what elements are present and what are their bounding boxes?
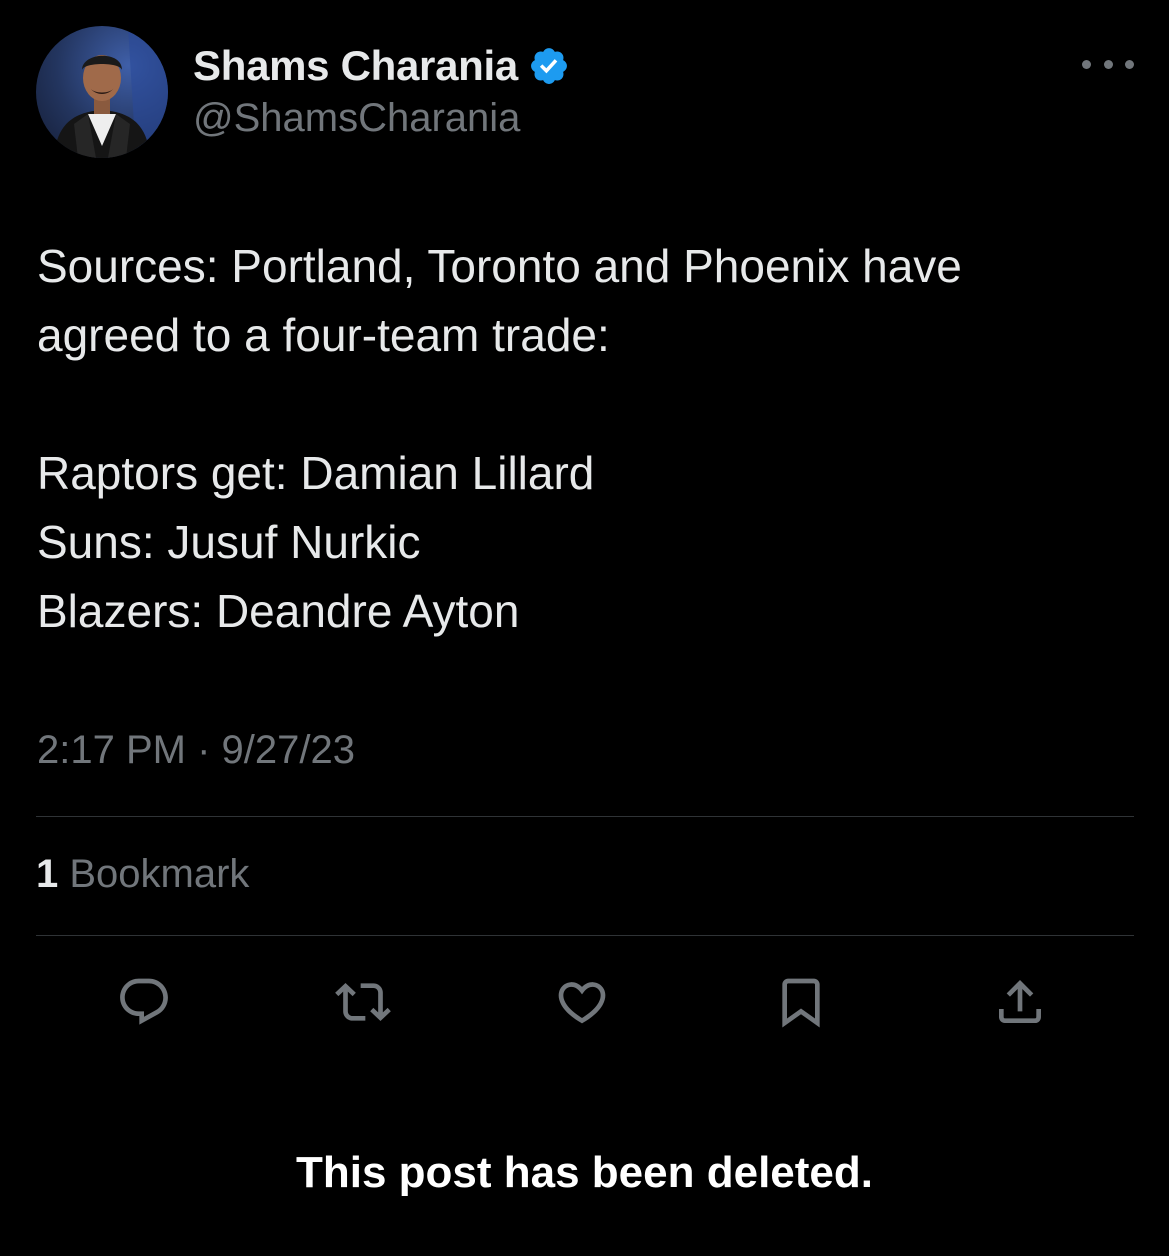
post-text-line: Sources: Portland, Toronto and Phoenix h… (37, 240, 962, 292)
avatar[interactable] (36, 26, 168, 158)
post-text-line: Blazers: Deandre Ayton (37, 585, 520, 637)
reply-icon (120, 978, 168, 1025)
heart-icon (558, 982, 606, 1024)
post-text-line: agreed to a four-team trade: (37, 309, 610, 361)
post-deleted-notice: This post has been deleted. (295, 1148, 873, 1197)
share-icon (999, 980, 1041, 1023)
post-text-line: Suns: Jusuf Nurkic (37, 516, 421, 568)
bookmark-label: Bookmark (69, 852, 250, 896)
bookmark-stat[interactable]: 1 Bookmark (36, 852, 249, 897)
author-display-name[interactable]: Shams Charania (193, 42, 518, 90)
like-button[interactable] (552, 972, 612, 1032)
post-timestamp[interactable]: 2:17 PM · 9/27/23 (37, 728, 355, 773)
author-name-row: Shams Charania (193, 40, 570, 92)
avatar-photo (54, 26, 168, 158)
post-text-blank-line (37, 370, 1137, 439)
share-button[interactable] (990, 972, 1050, 1032)
more-options-icon[interactable] (1082, 50, 1134, 78)
author-handle[interactable]: @ShamsCharania (193, 96, 520, 141)
bookmark-button[interactable] (771, 972, 831, 1032)
verified-badge-icon (531, 48, 567, 84)
bookmark-count: 1 (36, 852, 59, 896)
divider (36, 816, 1134, 817)
post-text-line: Raptors get: Damian Lillard (37, 447, 595, 499)
post-text: Sources: Portland, Toronto and Phoenix h… (37, 232, 1137, 646)
divider (36, 935, 1134, 936)
reply-button[interactable] (114, 972, 174, 1032)
bookmark-icon (782, 978, 820, 1028)
repost-icon (335, 983, 391, 1021)
repost-button[interactable] (333, 972, 393, 1032)
